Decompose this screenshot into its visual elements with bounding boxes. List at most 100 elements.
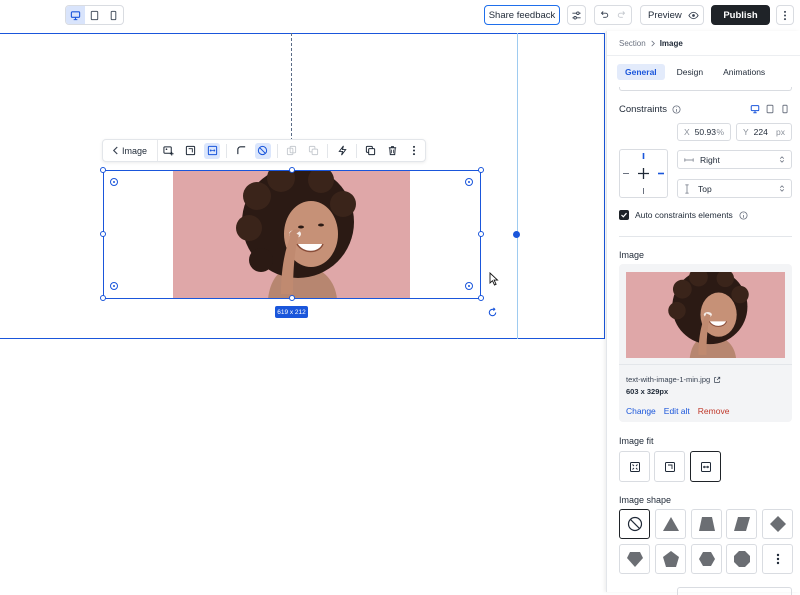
chevron-left-icon	[112, 146, 118, 155]
shape-triangle-option[interactable]	[655, 509, 686, 539]
duplicate-button[interactable]	[360, 140, 382, 162]
x-unit: %	[716, 127, 724, 137]
collapsed-field-edge	[619, 87, 792, 91]
toolbar-divider	[327, 143, 329, 158]
remove-image-link[interactable]: Remove	[698, 406, 730, 416]
fit-box-icon	[185, 145, 196, 156]
change-image-link[interactable]: Change	[626, 406, 656, 416]
paste-style-button[interactable]	[302, 140, 324, 162]
tab-animations[interactable]: Animations	[715, 64, 773, 80]
breadcrumb-parent[interactable]: Section	[619, 39, 646, 48]
redo-icon[interactable]	[617, 9, 627, 22]
constraint-cross-icon	[623, 153, 664, 194]
fit-stretch-button[interactable]	[690, 451, 721, 482]
shape-hexagon-option[interactable]	[691, 544, 722, 574]
woman-portrait-thumbnail-illustration	[626, 272, 785, 358]
shape-trapezoid-option[interactable]	[691, 509, 722, 539]
tablet-icon[interactable]	[765, 104, 775, 114]
undo-redo-group	[594, 5, 632, 25]
delete-button[interactable]	[382, 140, 404, 162]
preview-button[interactable]: Preview	[640, 5, 704, 25]
shape-octagon-option[interactable]	[726, 544, 757, 574]
shape-none-option[interactable]	[619, 509, 650, 539]
publish-button[interactable]: Publish	[711, 5, 770, 25]
constraint-widget[interactable]	[619, 149, 668, 198]
resize-handle-right[interactable]	[478, 231, 484, 237]
mobile-icon[interactable]	[780, 104, 790, 114]
preview-label: Preview	[648, 9, 682, 21]
share-feedback-button[interactable]: Share feedback	[484, 5, 560, 25]
fit-cover-button[interactable]	[654, 451, 685, 482]
shape-pentagon-inverted-option[interactable]	[619, 544, 650, 574]
image-shape-title: Image shape	[619, 495, 672, 505]
selection-box[interactable]	[103, 170, 481, 299]
interactions-button[interactable]	[331, 140, 353, 162]
editor-canvas[interactable]: Image 619 x 212	[0, 31, 606, 592]
corner-radius-button[interactable]	[230, 140, 252, 162]
image-fit-title: Image fit	[619, 436, 654, 446]
auto-constraints-label: Auto constraints elements	[635, 210, 733, 220]
tab-design[interactable]: Design	[669, 64, 711, 80]
vertical-arrows-icon	[685, 183, 689, 194]
resize-handle-bottom-right[interactable]	[478, 295, 484, 301]
image-card: text-with-image-1-min.jpg 603 x 329px Ch…	[619, 264, 792, 422]
info-icon[interactable]	[672, 105, 681, 114]
crop-fit-button[interactable]	[180, 140, 202, 162]
mobile-view-button[interactable]	[104, 6, 123, 24]
shape-more-option[interactable]	[762, 544, 793, 574]
desktop-icon[interactable]	[750, 104, 760, 114]
corner-radius-handle[interactable]	[110, 282, 118, 290]
size-badge: 619 x 212	[275, 306, 308, 318]
x-position-field[interactable]: X 50.93 %	[677, 123, 731, 141]
corner-radius-handle[interactable]	[110, 178, 118, 186]
resize-handle-top-left[interactable]	[100, 167, 106, 173]
y-value: 224	[753, 127, 768, 137]
info-icon[interactable]	[739, 211, 748, 220]
resize-handle-top-right[interactable]	[478, 167, 484, 173]
shape-pentagon-option[interactable]	[655, 544, 686, 574]
check-icon	[621, 212, 627, 218]
resize-handle-top[interactable]	[289, 167, 295, 173]
constraint-anchor-dot[interactable]	[513, 231, 520, 238]
edit-alt-link[interactable]: Edit alt	[664, 406, 690, 416]
rhombus-shape-icon	[769, 516, 786, 532]
shape-none-button[interactable]	[254, 142, 271, 159]
paste-disabled-icon	[308, 145, 318, 156]
stretch-fit-button[interactable]	[204, 142, 221, 159]
image-filename-row: text-with-image-1-min.jpg	[626, 375, 721, 384]
fit-stretch-icon	[700, 461, 711, 472]
corner-radius-handle[interactable]	[465, 178, 473, 186]
rotate-handle[interactable]	[487, 305, 498, 323]
tab-general[interactable]: General	[617, 64, 665, 80]
shape-parallelogram-option[interactable]	[726, 509, 757, 539]
resize-handle-bottom[interactable]	[289, 295, 295, 301]
desktop-view-button[interactable]	[66, 6, 85, 24]
resize-handle-left[interactable]	[100, 231, 106, 237]
vertical-constraint-select[interactable]: Top	[677, 179, 792, 198]
image-thumbnail[interactable]	[626, 272, 785, 358]
corner-radius-handle[interactable]	[465, 282, 473, 290]
toolbar-back-button[interactable]: Image	[103, 140, 159, 161]
y-position-field[interactable]: Y 224 px	[736, 123, 792, 141]
external-link-icon[interactable]	[713, 376, 721, 384]
breadcrumb: Section Image	[619, 39, 683, 48]
partial-field-edge	[677, 587, 792, 595]
eye-icon	[688, 11, 699, 19]
undo-icon[interactable]	[599, 9, 609, 22]
copy-style-button[interactable]	[281, 140, 303, 162]
tablet-view-button[interactable]	[85, 6, 104, 24]
hexagon-shape-icon	[698, 552, 715, 566]
more-vertical-icon	[783, 10, 787, 20]
horizontal-constraint-select[interactable]: Right	[677, 150, 792, 169]
shape-rhombus-option[interactable]	[762, 509, 793, 539]
resize-handle-bottom-left[interactable]	[100, 295, 106, 301]
vertical-constraint-value: Top	[698, 183, 712, 194]
settings-sliders-button[interactable]	[567, 5, 586, 25]
select-arrows-icon	[779, 156, 785, 163]
auto-constraints-checkbox[interactable]	[619, 210, 629, 220]
more-menu-button[interactable]	[776, 5, 794, 25]
image-dimensions: 603 x 329px	[626, 387, 669, 396]
replace-image-button[interactable]	[158, 140, 180, 162]
fit-contain-button[interactable]	[619, 451, 650, 482]
toolbar-more-button[interactable]	[403, 140, 425, 162]
